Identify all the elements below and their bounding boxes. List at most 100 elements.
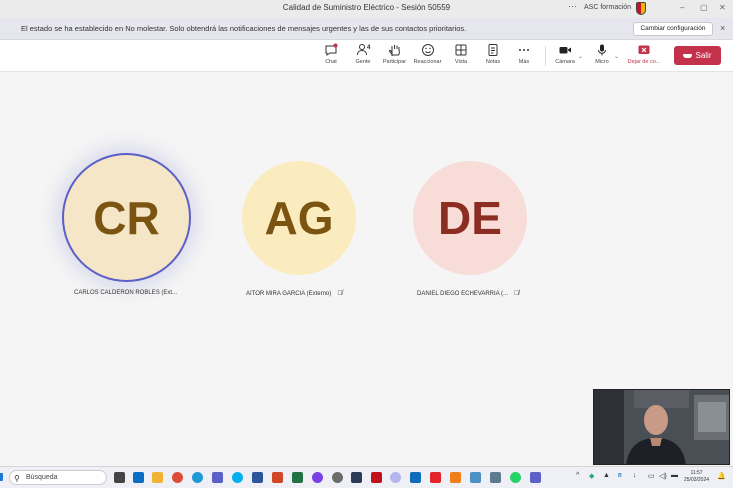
chat-label: Chat xyxy=(325,59,337,65)
notes-label: Notas xyxy=(485,59,501,65)
display-icon[interactable]: ▭ xyxy=(648,472,655,480)
notes-icon xyxy=(488,44,498,56)
more-icon xyxy=(519,49,529,51)
participant-name-label: AITOR MIRA GARCIA (Externo) xyxy=(246,291,332,297)
calculator-icon[interactable] xyxy=(490,472,501,483)
tray-icon[interactable]: ▲ xyxy=(603,472,610,479)
settings-icon[interactable] xyxy=(332,472,343,483)
participant-name: CARLOS CALDERON ROBLES (Ext... xyxy=(74,290,177,296)
participant-name: DANIEL DIEGO ECHEVARRIA (... 🎙̸ xyxy=(417,290,519,297)
teams-icon[interactable] xyxy=(212,472,223,483)
acrobat-icon[interactable] xyxy=(430,472,441,483)
windows-taskbar: ⚲ Búsqueda ^ ◆ ▲ ʙ ↓ ▭ ◁) ▬ 11:57 25/03/… xyxy=(0,466,733,488)
word-icon[interactable] xyxy=(252,472,263,483)
raise-label: Participar xyxy=(382,59,407,65)
raise-hand-button[interactable]: Participar xyxy=(381,43,408,65)
battery-icon[interactable]: ▬ xyxy=(671,472,678,479)
meeting-toolbar: Chat 4 Gente Participar Reaccionar Vista… xyxy=(0,40,733,72)
powerpoint-icon[interactable] xyxy=(272,472,283,483)
emoji-icon xyxy=(421,44,434,56)
grid-view-icon xyxy=(455,44,467,56)
mic-button[interactable]: Micro xyxy=(593,43,611,65)
taskbar-search[interactable]: ⚲ Búsqueda xyxy=(9,470,107,485)
search-icon: ⚲ xyxy=(14,474,20,483)
notifications-icon[interactable]: 🔔 xyxy=(717,472,726,480)
clock-time: 11:57 xyxy=(690,470,703,476)
camera-label: Cámara xyxy=(555,59,575,65)
org-name[interactable]: ASC formación xyxy=(584,4,631,11)
title-bar: Calidad de Suministro Eléctrico - Sesión… xyxy=(0,0,733,18)
mic-options-chevron-icon[interactable]: ⌄ xyxy=(614,53,619,60)
skype-icon[interactable] xyxy=(232,472,243,483)
stop-share-icon xyxy=(638,45,650,54)
clock-date: 25/03/2024 xyxy=(684,477,710,483)
camera-button[interactable]: Cámara xyxy=(554,43,576,65)
taskbar-clock[interactable]: 11:57 25/03/2024 xyxy=(684,470,709,484)
stop-sharing-button[interactable]: Dejar de co... xyxy=(625,43,663,65)
netflix-icon[interactable] xyxy=(371,472,382,483)
participant-name: AITOR MIRA GARCIA (Externo) 🎙̸ xyxy=(246,290,343,297)
dnd-banner: El estado se ha establecido en No molest… xyxy=(0,18,733,40)
org-avatar[interactable] xyxy=(636,2,646,15)
excel-icon[interactable] xyxy=(292,472,303,483)
hang-up-icon xyxy=(683,53,693,58)
stop-sharing-label: Dejar de co... xyxy=(627,59,661,65)
hand-icon xyxy=(388,45,400,56)
teams-icon[interactable] xyxy=(530,472,541,483)
self-view-video[interactable] xyxy=(593,389,730,465)
more-options-icon[interactable]: ··· xyxy=(568,1,577,11)
chevron-up-icon[interactable]: ^ xyxy=(576,472,579,479)
participant-name-label: DANIEL DIEGO ECHEVARRIA (... xyxy=(417,291,509,297)
camera-options-chevron-icon[interactable]: ⌄ xyxy=(578,53,583,60)
app-icon[interactable] xyxy=(351,472,362,483)
participant-avatar[interactable]: DE xyxy=(413,161,527,275)
cloud-icon[interactable]: ◆ xyxy=(589,472,594,480)
maximize-icon[interactable]: ▢ xyxy=(700,3,708,12)
mic-muted-icon: 🎙̸ xyxy=(514,290,520,297)
mic-muted-icon: 🎙̸ xyxy=(337,290,343,297)
banner-close-icon[interactable]: × xyxy=(720,23,725,33)
app-icon[interactable] xyxy=(312,472,323,483)
participant-avatar[interactable]: AG xyxy=(242,161,356,275)
mic-label: Micro xyxy=(595,59,609,65)
file-explorer-icon[interactable] xyxy=(152,472,163,483)
people-count: 4 xyxy=(367,45,371,51)
view-button[interactable]: Vista xyxy=(453,43,469,65)
toolbar-divider xyxy=(545,46,546,66)
more-button[interactable]: Más xyxy=(517,43,531,65)
react-button[interactable]: Reaccionar xyxy=(413,43,442,65)
more-label: Más xyxy=(518,59,530,65)
whatsapp-icon[interactable] xyxy=(510,472,521,483)
app-icon[interactable] xyxy=(470,472,481,483)
avatar-initials: CR xyxy=(93,191,160,244)
app-icon[interactable] xyxy=(410,472,421,483)
edge-icon[interactable] xyxy=(192,472,203,483)
self-video-frame xyxy=(594,390,729,464)
start-icon[interactable] xyxy=(0,473,3,481)
task-view-icon[interactable] xyxy=(114,472,125,483)
leave-label: Salir xyxy=(695,51,712,60)
people-button[interactable]: 4 Gente xyxy=(352,43,374,65)
participant-name-label: CARLOS CALDERON ROBLES (Ext... xyxy=(74,290,178,296)
chat-button[interactable]: Chat xyxy=(322,43,340,65)
react-label: Reaccionar xyxy=(413,59,442,65)
leave-button[interactable]: Salir xyxy=(674,46,721,65)
chrome-icon[interactable] xyxy=(172,472,183,483)
mail-icon[interactable] xyxy=(133,472,144,483)
camera-icon xyxy=(559,47,571,54)
chat-icon xyxy=(325,43,338,56)
app-icon[interactable] xyxy=(390,472,401,483)
participant-avatar[interactable]: CR xyxy=(64,155,189,280)
notes-button[interactable]: Notas xyxy=(484,43,502,65)
close-window-icon[interactable]: ✕ xyxy=(719,3,726,12)
view-label: Vista xyxy=(454,59,468,65)
bluetooth-icon[interactable]: ʙ xyxy=(618,472,622,479)
volume-icon[interactable]: ◁) xyxy=(659,472,667,480)
minimize-icon[interactable]: – xyxy=(680,3,684,12)
banner-message: El estado se ha establecido en No molest… xyxy=(21,24,467,33)
usb-icon[interactable]: ↓ xyxy=(633,472,637,479)
change-settings-button[interactable]: Cambiar configuración xyxy=(633,22,713,36)
vlc-icon[interactable] xyxy=(450,472,461,483)
avatar-initials: DE xyxy=(438,192,502,244)
people-label: Gente xyxy=(355,59,371,65)
